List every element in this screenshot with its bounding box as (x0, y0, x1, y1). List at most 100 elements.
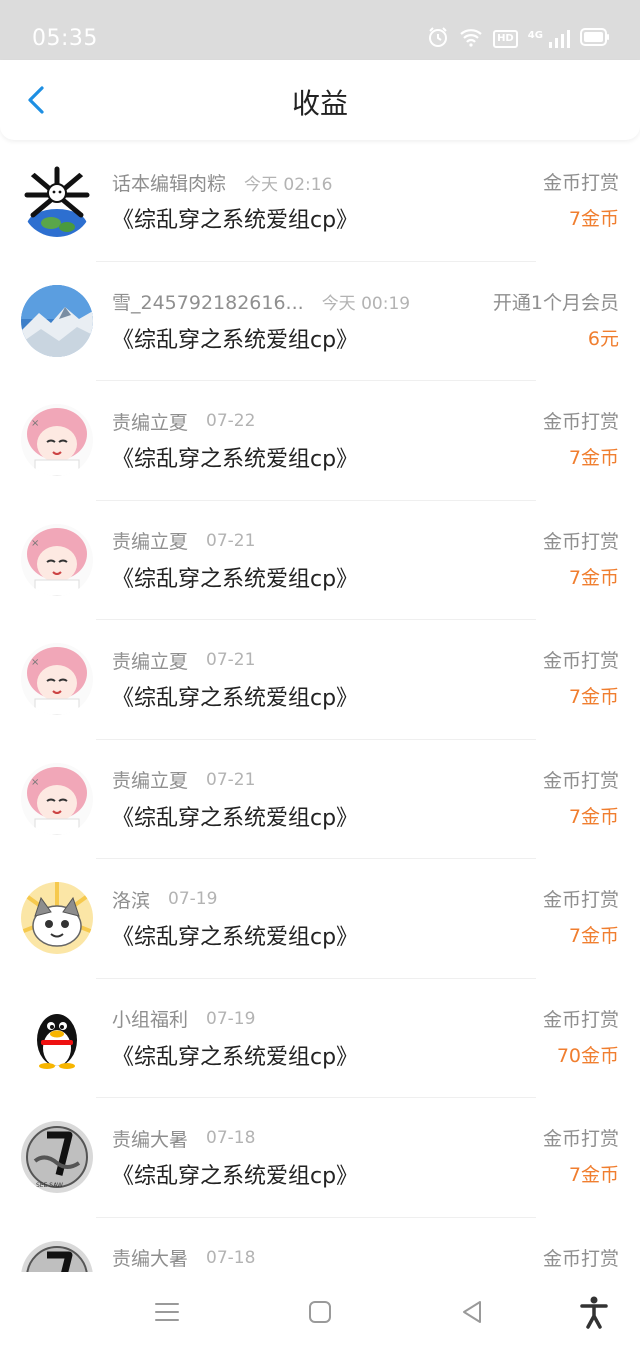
header: 收益 (0, 60, 640, 140)
income-type: 金币打赏 (542, 650, 619, 672)
income-amount: 7金币 (568, 925, 619, 947)
income-type: 金币打赏 (542, 411, 619, 433)
alarm-icon (427, 26, 449, 52)
user-name: 责编立夏 (112, 770, 189, 792)
menu-icon[interactable] (149, 1294, 185, 1330)
avatar (21, 882, 93, 954)
list-item[interactable]: × 责编立夏 07-21 《综乱穿之系统爱组cp》 金币打赏 7金币 (0, 501, 640, 620)
avatar: SEE SAW (21, 1121, 93, 1193)
income-type: 金币打赏 (542, 1247, 619, 1270)
battery-icon (580, 28, 610, 50)
list-item[interactable]: SEE SAW 责编大暑 07-18 《综乱穿之系统爱组cp》 金币打赏 7金币 (0, 1098, 640, 1218)
list-item[interactable]: 话本编辑肉粽 今天 02:16 《综乱穿之系统爱组cp》 金币打赏 7金币 (0, 142, 640, 262)
book-title: 《综乱穿之系统爱组cp》 (112, 805, 359, 831)
row-time: 今天 00:19 (321, 294, 411, 314)
row-time: 今天 02:16 (244, 174, 333, 195)
back-icon[interactable] (454, 1294, 490, 1330)
avatar (21, 1001, 93, 1074)
list-item[interactable]: 雪_245792182616... 今天 00:19 《综乱穿之系统爱组cp》 … (0, 262, 640, 381)
network-type: 4G (527, 29, 543, 41)
accessibility-icon[interactable] (576, 1294, 612, 1330)
row-meta: 雪_245792182616... 今天 00:19 (112, 288, 410, 316)
book-title: 《综乱穿之系统爱组cp》 (112, 1164, 359, 1189)
page-title: 收益 (291, 87, 348, 120)
avatar: × (21, 762, 93, 835)
user-name: 小组福利 (112, 1009, 189, 1031)
income-list: 话本编辑肉粽 今天 02:16 《综乱穿之系统爱组cp》 金币打赏 7金币 雪_… (0, 142, 640, 1272)
list-item[interactable]: 小组福利 07-19 《综乱穿之系统爱组cp》 金币打赏 70金币 (0, 979, 640, 1098)
user-name: 雪_245792182616... (112, 292, 304, 314)
avatar: × (21, 643, 93, 715)
row-time: 07-18 (206, 1247, 256, 1268)
row-meta: 责编大暑 07-18 (112, 1124, 255, 1152)
user-name: 责编立夏 (112, 531, 189, 553)
status-bar: 05:35 HD 4G (0, 0, 640, 60)
row-meta: 洛滨 07-19 (112, 885, 217, 913)
list-item[interactable]: × 责编立夏 07-21 《综乱穿之系统爱组cp》 金币打赏 7金币 (0, 740, 640, 859)
system-nav-bar (0, 1272, 640, 1351)
income-type: 金币打赏 (542, 1008, 619, 1031)
avatar (21, 165, 93, 237)
income-amount: 7金币 (568, 208, 619, 230)
user-name: 责编立夏 (112, 650, 189, 673)
book-title: 《综乱穿之系统爱组cp》 (112, 447, 359, 472)
svg-text:SEE SAW: SEE SAW (36, 1182, 63, 1189)
income-amount: 7金币 (568, 686, 619, 708)
income-type: 金币打赏 (542, 889, 619, 911)
home-icon[interactable] (302, 1294, 338, 1330)
income-amount: 7金币 (568, 805, 619, 828)
row-time: 07-21 (206, 769, 256, 790)
row-time: 07-21 (206, 530, 256, 551)
row-meta: 话本编辑肉粽 今天 02:16 (112, 168, 332, 196)
book-title: 《综乱穿之系统爱组cp》 (112, 1044, 359, 1070)
row-time: 07-19 (168, 889, 218, 909)
income-amount: 7金币 (568, 566, 619, 589)
list-item[interactable]: × 责编立夏 07-21 《综乱穿之系统爱组cp》 金币打赏 7金币 (0, 620, 640, 740)
row-meta: 小组福利 07-19 (112, 1005, 255, 1033)
status-time: 05:35 (32, 26, 98, 51)
income-type: 开通1个月会员 (492, 291, 619, 314)
list-item[interactable]: 洛滨 07-19 《综乱穿之系统爱组cp》 金币打赏 7金币 (0, 859, 640, 979)
book-title: 《综乱穿之系统爱组cp》 (112, 566, 359, 592)
income-type: 金币打赏 (542, 769, 619, 792)
income-amount: 7金币 (568, 447, 619, 469)
row-meta: 责编大暑 07-18 (112, 1244, 255, 1272)
svg-text:×: × (31, 777, 39, 788)
avatar (21, 284, 93, 357)
hd-badge: HD (493, 30, 518, 48)
svg-text:×: × (31, 538, 39, 549)
income-type: 金币打赏 (542, 1128, 619, 1150)
signal-icon: 4G (528, 29, 570, 50)
user-name: 责编大暑 (112, 1248, 189, 1270)
status-icons: HD 4G (427, 26, 610, 52)
svg-text:×: × (31, 418, 39, 429)
income-type: 金币打赏 (542, 172, 619, 194)
income-type: 金币打赏 (542, 530, 619, 553)
row-time: 07-22 (206, 411, 256, 431)
list-item[interactable]: 责编大暑 07-18 金币打赏 (0, 1218, 640, 1272)
row-meta: 责编立夏 07-21 (112, 646, 255, 674)
income-amount: 70金币 (556, 1044, 619, 1067)
book-title: 《综乱穿之系统爱组cp》 (112, 925, 359, 950)
row-meta: 责编立夏 07-21 (112, 527, 255, 555)
user-name: 话本编辑肉粽 (112, 172, 227, 195)
row-time: 07-19 (206, 1008, 256, 1029)
income-amount: 7金币 (568, 1164, 619, 1186)
user-name: 责编立夏 (112, 411, 189, 434)
row-meta: 责编立夏 07-22 (112, 407, 255, 435)
svg-text:×: × (31, 657, 39, 668)
book-title: 《综乱穿之系统爱组cp》 (112, 208, 359, 233)
user-name: 责编大暑 (112, 1128, 189, 1151)
avatar: × (21, 404, 93, 476)
row-time: 07-21 (206, 650, 256, 670)
wifi-icon (459, 27, 483, 51)
row-meta: 责编立夏 07-21 (112, 766, 255, 794)
book-title: 《综乱穿之系统爱组cp》 (112, 327, 359, 353)
user-name: 洛滨 (112, 889, 151, 912)
avatar: × (21, 523, 93, 596)
row-time: 07-18 (206, 1128, 256, 1148)
list-item[interactable]: × 责编立夏 07-22 《综乱穿之系统爱组cp》 金币打赏 7金币 (0, 381, 640, 501)
income-amount: 6元 (587, 327, 619, 350)
avatar (21, 1240, 93, 1272)
book-title: 《综乱穿之系统爱组cp》 (112, 686, 359, 711)
